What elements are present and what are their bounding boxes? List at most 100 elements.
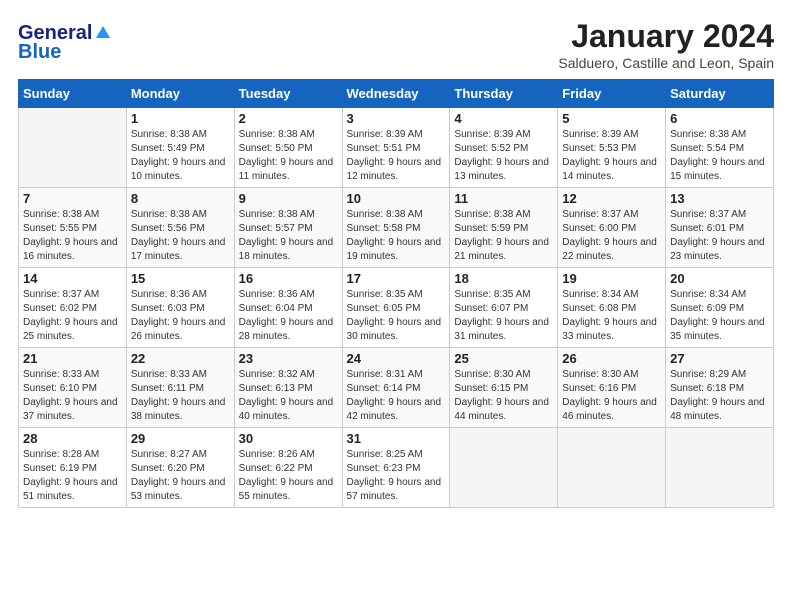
day-info: Sunrise: 8:30 AMSunset: 6:15 PMDaylight:… xyxy=(454,368,553,424)
day-number: 12 xyxy=(562,191,661,206)
calendar-cell xyxy=(19,108,127,188)
day-number: 19 xyxy=(562,271,661,286)
calendar-cell: 15Sunrise: 8:36 AMSunset: 6:03 PMDayligh… xyxy=(126,268,234,348)
calendar-week-row: 14 Sunrise: 8:37 AMSunset: 6:02 PMDayligh… xyxy=(19,268,774,348)
day-info: Sunrise: 8:38 AMSunset: 5:49 PMDaylight:… xyxy=(131,128,230,184)
day-info: Sunrise: 8:26 AMSunset: 6:22 PMDaylight:… xyxy=(239,448,338,504)
day-number: 9 xyxy=(239,191,338,206)
day-number: 26 xyxy=(562,351,661,366)
day-number: 17 xyxy=(347,271,446,286)
day-number: 13 xyxy=(670,191,769,206)
calendar-cell: 13 Sunrise: 8:37 AMSunset: 6:01 PMDayligh… xyxy=(666,188,774,268)
day-number: 1 xyxy=(131,111,230,126)
day-info: Sunrise: 8:32 AMSunset: 6:13 PMDaylight:… xyxy=(239,368,338,424)
day-number: 18 xyxy=(454,271,553,286)
day-info: Sunrise: 8:38 AMSunset: 5:58 PMDaylight:… xyxy=(347,208,446,264)
calendar-cell xyxy=(558,428,666,508)
calendar-cell: 3 Sunrise: 8:39 AMSunset: 5:51 PMDaylight… xyxy=(342,108,450,188)
calendar-week-row: 1 Sunrise: 8:38 AMSunset: 5:49 PMDaylight… xyxy=(19,108,774,188)
day-number: 14 xyxy=(23,271,122,286)
day-info: Sunrise: 8:39 AMSunset: 5:51 PMDaylight:… xyxy=(347,128,446,184)
day-info: Sunrise: 8:36 AMSunset: 6:03 PMDaylight:… xyxy=(131,288,230,344)
calendar-cell: 19 Sunrise: 8:34 AMSunset: 6:08 PMDayligh… xyxy=(558,268,666,348)
day-info: Sunrise: 8:34 AMSunset: 6:08 PMDaylight:… xyxy=(562,288,661,344)
day-info: Sunrise: 8:33 AMSunset: 6:11 PMDaylight:… xyxy=(131,368,230,424)
day-number: 5 xyxy=(562,111,661,126)
month-title: January 2024 xyxy=(558,18,774,55)
day-number: 28 xyxy=(23,431,122,446)
calendar-cell: 20Sunrise: 8:34 AMSunset: 6:09 PMDayligh… xyxy=(666,268,774,348)
calendar-cell: 10Sunrise: 8:38 AMSunset: 5:58 PMDayligh… xyxy=(342,188,450,268)
day-number: 21 xyxy=(23,351,122,366)
weekday-header-monday: Monday xyxy=(126,80,234,108)
day-number: 24 xyxy=(347,351,446,366)
calendar-cell: 17 Sunrise: 8:35 AMSunset: 6:05 PMDayligh… xyxy=(342,268,450,348)
calendar-cell: 8 Sunrise: 8:38 AMSunset: 5:56 PMDaylight… xyxy=(126,188,234,268)
day-info: Sunrise: 8:37 AMSunset: 6:02 PMDaylight:… xyxy=(23,288,122,344)
day-number: 22 xyxy=(131,351,230,366)
day-number: 11 xyxy=(454,191,553,206)
day-info: Sunrise: 8:30 AMSunset: 6:16 PMDaylight:… xyxy=(562,368,661,424)
calendar-cell: 29Sunrise: 8:27 AMSunset: 6:20 PMDayligh… xyxy=(126,428,234,508)
day-info: Sunrise: 8:25 AMSunset: 6:23 PMDaylight:… xyxy=(347,448,446,504)
calendar-cell: 23 Sunrise: 8:32 AMSunset: 6:13 PMDayligh… xyxy=(234,348,342,428)
calendar-cell: 1 Sunrise: 8:38 AMSunset: 5:49 PMDaylight… xyxy=(126,108,234,188)
calendar-cell: 6 Sunrise: 8:38 AMSunset: 5:54 PMDaylight… xyxy=(666,108,774,188)
day-info: Sunrise: 8:38 AMSunset: 5:59 PMDaylight:… xyxy=(454,208,553,264)
day-number: 7 xyxy=(23,191,122,206)
calendar-cell: 9 Sunrise: 8:38 AMSunset: 5:57 PMDaylight… xyxy=(234,188,342,268)
day-number: 25 xyxy=(454,351,553,366)
day-number: 30 xyxy=(239,431,338,446)
weekday-header-wednesday: Wednesday xyxy=(342,80,450,108)
weekday-header-thursday: Thursday xyxy=(450,80,558,108)
day-info: Sunrise: 8:38 AMSunset: 5:57 PMDaylight:… xyxy=(239,208,338,264)
calendar-cell: 18 Sunrise: 8:35 AMSunset: 6:07 PMDayligh… xyxy=(450,268,558,348)
day-info: Sunrise: 8:37 AMSunset: 6:01 PMDaylight:… xyxy=(670,208,769,264)
logo: General Blue xyxy=(18,22,112,64)
calendar-cell xyxy=(450,428,558,508)
calendar-cell: 30 Sunrise: 8:26 AMSunset: 6:22 PMDayligh… xyxy=(234,428,342,508)
day-number: 3 xyxy=(347,111,446,126)
calendar-cell: 16 Sunrise: 8:36 AMSunset: 6:04 PMDayligh… xyxy=(234,268,342,348)
day-number: 23 xyxy=(239,351,338,366)
day-number: 20 xyxy=(670,271,769,286)
day-number: 16 xyxy=(239,271,338,286)
day-info: Sunrise: 8:39 AMSunset: 5:53 PMDaylight:… xyxy=(562,128,661,184)
calendar-cell: 5 Sunrise: 8:39 AMSunset: 5:53 PMDaylight… xyxy=(558,108,666,188)
logo-arrow-icon xyxy=(94,24,112,42)
calendar-cell: 11 Sunrise: 8:38 AMSunset: 5:59 PMDayligh… xyxy=(450,188,558,268)
logo-blue-text: Blue xyxy=(18,41,61,64)
calendar-cell: 25 Sunrise: 8:30 AMSunset: 6:15 PMDayligh… xyxy=(450,348,558,428)
day-info: Sunrise: 8:33 AMSunset: 6:10 PMDaylight:… xyxy=(23,368,122,424)
day-info: Sunrise: 8:38 AMSunset: 5:56 PMDaylight:… xyxy=(131,208,230,264)
day-number: 6 xyxy=(670,111,769,126)
title-block: January 2024 Salduero, Castille and Leon… xyxy=(558,18,774,71)
day-info: Sunrise: 8:29 AMSunset: 6:18 PMDaylight:… xyxy=(670,368,769,424)
calendar-week-row: 7 Sunrise: 8:38 AMSunset: 5:55 PMDaylight… xyxy=(19,188,774,268)
calendar-cell: 22 Sunrise: 8:33 AMSunset: 6:11 PMDayligh… xyxy=(126,348,234,428)
weekday-header-row: SundayMondayTuesdayWednesdayThursdayFrid… xyxy=(19,80,774,108)
day-info: Sunrise: 8:35 AMSunset: 6:05 PMDaylight:… xyxy=(347,288,446,344)
day-info: Sunrise: 8:39 AMSunset: 5:52 PMDaylight:… xyxy=(454,128,553,184)
day-info: Sunrise: 8:31 AMSunset: 6:14 PMDaylight:… xyxy=(347,368,446,424)
day-info: Sunrise: 8:35 AMSunset: 6:07 PMDaylight:… xyxy=(454,288,553,344)
calendar-cell: 31 Sunrise: 8:25 AMSunset: 6:23 PMDayligh… xyxy=(342,428,450,508)
calendar-cell: 28Sunrise: 8:28 AMSunset: 6:19 PMDayligh… xyxy=(19,428,127,508)
day-number: 31 xyxy=(347,431,446,446)
calendar-cell: 7 Sunrise: 8:38 AMSunset: 5:55 PMDaylight… xyxy=(19,188,127,268)
day-info: Sunrise: 8:36 AMSunset: 6:04 PMDaylight:… xyxy=(239,288,338,344)
calendar-table: SundayMondayTuesdayWednesdayThursdayFrid… xyxy=(18,79,774,508)
location-subtitle: Salduero, Castille and Leon, Spain xyxy=(558,55,774,71)
weekday-header-friday: Friday xyxy=(558,80,666,108)
day-info: Sunrise: 8:38 AMSunset: 5:54 PMDaylight:… xyxy=(670,128,769,184)
calendar-page: General Blue January 2024 Salduero, Cast… xyxy=(0,0,792,612)
calendar-week-row: 21 Sunrise: 8:33 AMSunset: 6:10 PMDayligh… xyxy=(19,348,774,428)
day-info: Sunrise: 8:38 AMSunset: 5:55 PMDaylight:… xyxy=(23,208,122,264)
weekday-header-tuesday: Tuesday xyxy=(234,80,342,108)
calendar-cell: 21 Sunrise: 8:33 AMSunset: 6:10 PMDayligh… xyxy=(19,348,127,428)
weekday-header-sunday: Sunday xyxy=(19,80,127,108)
calendar-cell: 2Sunrise: 8:38 AMSunset: 5:50 PMDaylight… xyxy=(234,108,342,188)
calendar-cell xyxy=(666,428,774,508)
page-header: General Blue January 2024 Salduero, Cast… xyxy=(18,18,774,71)
day-number: 8 xyxy=(131,191,230,206)
